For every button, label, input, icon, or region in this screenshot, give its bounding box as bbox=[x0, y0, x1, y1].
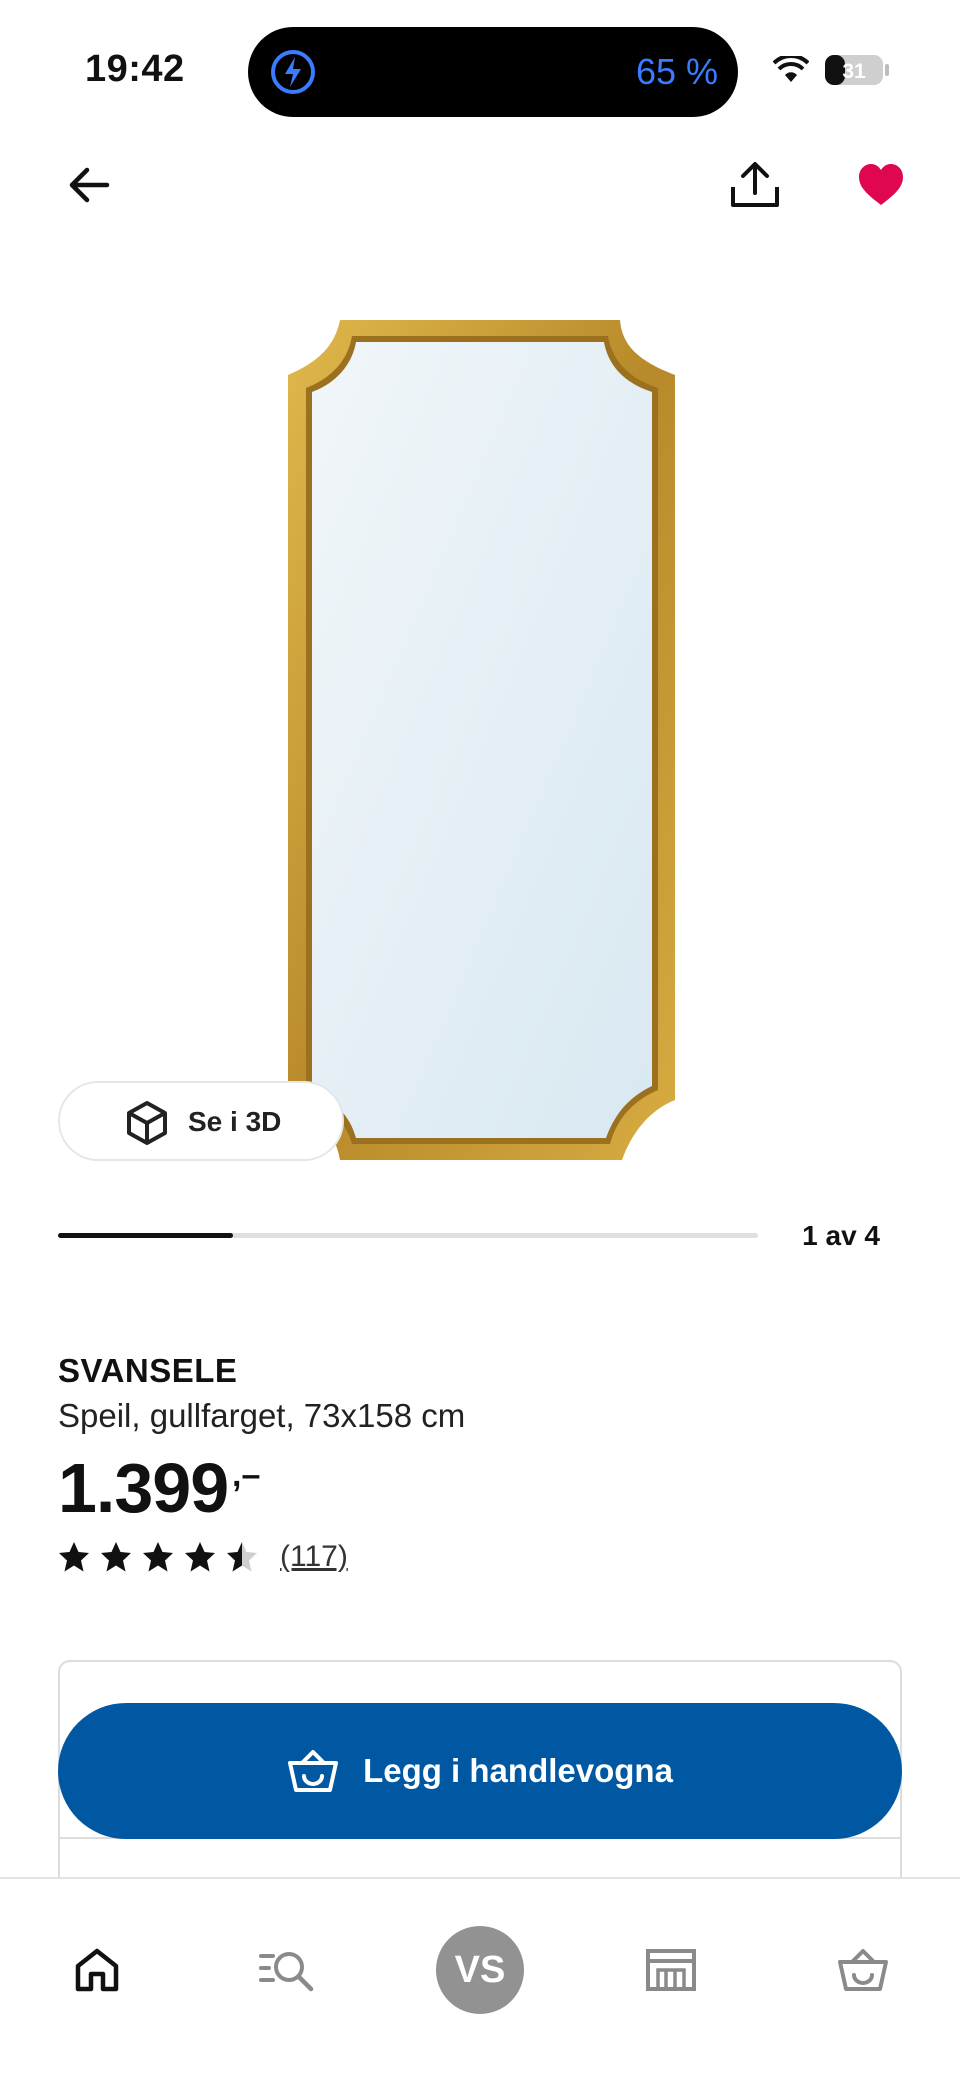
back-button[interactable] bbox=[44, 140, 134, 230]
home-icon bbox=[75, 1948, 119, 1992]
star-icon bbox=[227, 1542, 257, 1572]
bottom-navigation: VS bbox=[0, 1877, 960, 2081]
rating-stars bbox=[58, 1541, 268, 1573]
star-icon bbox=[101, 1542, 131, 1572]
nav-profile[interactable]: VS bbox=[425, 1915, 535, 2025]
store-icon bbox=[646, 1949, 696, 1991]
review-count-link[interactable]: (117) bbox=[280, 1540, 348, 1574]
arrow-left-icon bbox=[69, 167, 110, 203]
cart-icon bbox=[838, 1949, 888, 1991]
basket-icon bbox=[288, 1750, 339, 1792]
carousel-progress bbox=[58, 1233, 758, 1238]
share-icon bbox=[731, 162, 779, 207]
product-image[interactable] bbox=[270, 310, 680, 1170]
rating[interactable]: (117) bbox=[58, 1540, 348, 1574]
star-icon bbox=[185, 1542, 215, 1572]
status-bar: 19:42 65 % 31 bbox=[0, 0, 960, 130]
status-time: 19:42 bbox=[85, 48, 185, 90]
battery-level-text: 31 bbox=[842, 60, 866, 83]
carousel-counter: 1 av 4 bbox=[802, 1220, 880, 1251]
product-name: SVANSELE bbox=[58, 1352, 238, 1389]
carousel-progress-fill bbox=[58, 1233, 233, 1238]
battery-percent: 65 % bbox=[635, 51, 718, 92]
share-button[interactable] bbox=[710, 140, 800, 230]
wifi-icon bbox=[773, 56, 809, 82]
view-3d-label: Se i 3D bbox=[188, 1106, 282, 1137]
charging-icon bbox=[271, 50, 315, 94]
price-suffix: ,– bbox=[232, 1456, 261, 1494]
star-icon bbox=[143, 1542, 173, 1572]
favorite-button[interactable] bbox=[836, 140, 926, 230]
top-bar bbox=[0, 140, 960, 230]
view-3d-button[interactable]: Se i 3D bbox=[58, 1081, 344, 1161]
dynamic-island: 65 % bbox=[248, 27, 738, 117]
add-to-cart-label: Legg i handlevogna bbox=[363, 1752, 673, 1789]
battery-icon: 31 bbox=[825, 55, 889, 85]
add-to-cart-button[interactable]: Legg i handlevogna bbox=[58, 1703, 902, 1839]
avatar: VS bbox=[436, 1926, 524, 2014]
star-icon bbox=[59, 1542, 89, 1572]
heart-icon bbox=[859, 164, 903, 205]
product-description: Speil, gullfarget, 73x158 cm bbox=[58, 1397, 466, 1434]
search-icon bbox=[259, 1952, 314, 1992]
price: 1.399 bbox=[58, 1449, 229, 1527]
nav-search[interactable] bbox=[232, 1915, 342, 2025]
nav-home[interactable] bbox=[42, 1915, 152, 2025]
nav-stores[interactable] bbox=[616, 1915, 726, 2025]
nav-cart[interactable] bbox=[808, 1915, 918, 2025]
cube-icon bbox=[127, 1101, 167, 1145]
